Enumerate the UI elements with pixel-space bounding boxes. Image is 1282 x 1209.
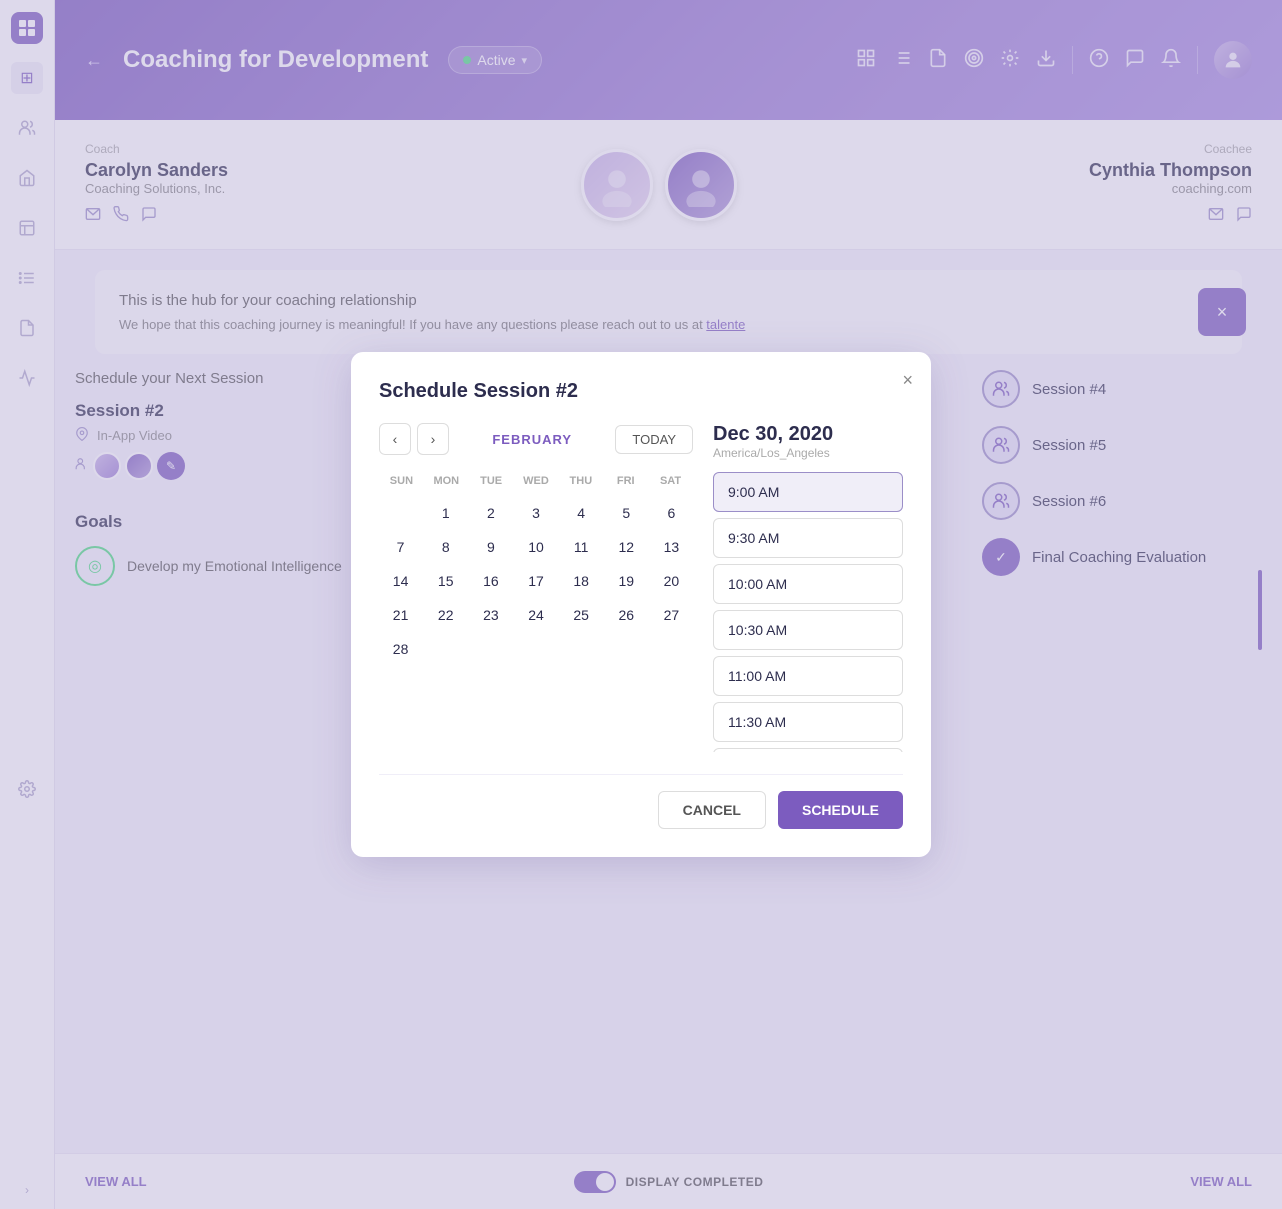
cal-day-9[interactable]: 9 (469, 531, 512, 563)
cal-day-empty-1 (379, 497, 422, 529)
cal-day-16[interactable]: 16 (469, 565, 512, 597)
cal-day-25[interactable]: 25 (560, 599, 603, 631)
cal-nav-buttons: ‹ › (379, 423, 449, 455)
cal-day-empty-2 (424, 633, 467, 665)
modal-body: ‹ › FEBRUARY TODAY SUN MON TUE WED THU F… (379, 423, 903, 752)
dow-sat: SAT (648, 471, 693, 491)
cal-day-6[interactable]: 6 (650, 497, 693, 529)
cal-day-5[interactable]: 5 (605, 497, 648, 529)
dow-tue: TUE (469, 471, 514, 491)
cal-day-empty-3 (469, 633, 512, 665)
dow-sun: SUN (379, 471, 424, 491)
cal-day-1[interactable]: 1 (424, 497, 467, 529)
dow-thu: THU (558, 471, 603, 491)
cal-day-11[interactable]: 11 (560, 531, 603, 563)
cal-day-21[interactable]: 21 (379, 599, 422, 631)
today-button[interactable]: TODAY (615, 425, 693, 454)
calendar-grid: SUN MON TUE WED THU FRI SAT 1 2 3 4 (379, 471, 693, 665)
time-slot-2[interactable]: 10:00 AM (713, 564, 903, 604)
cal-day-8[interactable]: 8 (424, 531, 467, 563)
cal-day-3[interactable]: 3 (514, 497, 557, 529)
cal-day-20[interactable]: 20 (650, 565, 693, 597)
cal-day-4[interactable]: 4 (560, 497, 603, 529)
time-slot-6[interactable]: 12:00 PM (713, 748, 903, 752)
cal-day-7[interactable]: 7 (379, 531, 422, 563)
cal-day-10[interactable]: 10 (514, 531, 557, 563)
dow-fri: FRI (603, 471, 648, 491)
selected-date: Dec 30, 2020 (713, 423, 903, 446)
calendar-header: ‹ › FEBRUARY TODAY (379, 423, 693, 455)
cal-prev-button[interactable]: ‹ (379, 423, 411, 455)
cal-day-17[interactable]: 17 (514, 565, 557, 597)
cal-day-2[interactable]: 2 (469, 497, 512, 529)
cancel-button[interactable]: CANCEL (658, 791, 766, 829)
cal-day-empty-6 (605, 633, 648, 665)
schedule-session-modal: Schedule Session #2 × ‹ › FEBRUARY TODAY… (351, 352, 931, 857)
time-slots-list[interactable]: 9:00 AM 9:30 AM 10:00 AM 10:30 AM 11:00 … (713, 472, 903, 752)
cal-day-24[interactable]: 24 (514, 599, 557, 631)
modal-footer: CANCEL SCHEDULE (379, 774, 903, 829)
time-selection-section: Dec 30, 2020 America/Los_Angeles 9:00 AM… (713, 423, 903, 752)
time-slot-5[interactable]: 11:30 AM (713, 702, 903, 742)
dow-mon: MON (424, 471, 469, 491)
cal-day-12[interactable]: 12 (605, 531, 648, 563)
time-slot-1[interactable]: 9:30 AM (713, 518, 903, 558)
time-slot-0[interactable]: 9:00 AM (713, 472, 903, 512)
cal-day-18[interactable]: 18 (560, 565, 603, 597)
cal-day-empty-7 (650, 633, 693, 665)
cal-next-button[interactable]: › (417, 423, 449, 455)
cal-day-13[interactable]: 13 (650, 531, 693, 563)
cal-day-27[interactable]: 27 (650, 599, 693, 631)
cal-day-26[interactable]: 26 (605, 599, 648, 631)
cal-day-empty-4 (514, 633, 557, 665)
modal-overlay[interactable]: Schedule Session #2 × ‹ › FEBRUARY TODAY… (0, 0, 1282, 1209)
calendar-month: FEBRUARY (492, 432, 572, 447)
schedule-button[interactable]: SCHEDULE (778, 791, 903, 829)
cal-day-14[interactable]: 14 (379, 565, 422, 597)
time-slot-4[interactable]: 11:00 AM (713, 656, 903, 696)
cal-day-23[interactable]: 23 (469, 599, 512, 631)
cal-day-22[interactable]: 22 (424, 599, 467, 631)
time-slot-3[interactable]: 10:30 AM (713, 610, 903, 650)
cal-day-empty-5 (560, 633, 603, 665)
selected-timezone: America/Los_Angeles (713, 446, 903, 460)
days-of-week: SUN MON TUE WED THU FRI SAT (379, 471, 693, 491)
calendar-days: 1 2 3 4 5 6 7 8 9 10 11 12 13 14 (379, 497, 693, 665)
modal-title: Schedule Session #2 (379, 380, 903, 403)
calendar-section: ‹ › FEBRUARY TODAY SUN MON TUE WED THU F… (379, 423, 693, 752)
modal-close-button[interactable]: × (902, 370, 913, 391)
cal-day-15[interactable]: 15 (424, 565, 467, 597)
dow-wed: WED (514, 471, 559, 491)
cal-day-19[interactable]: 19 (605, 565, 648, 597)
cal-day-28[interactable]: 28 (379, 633, 422, 665)
